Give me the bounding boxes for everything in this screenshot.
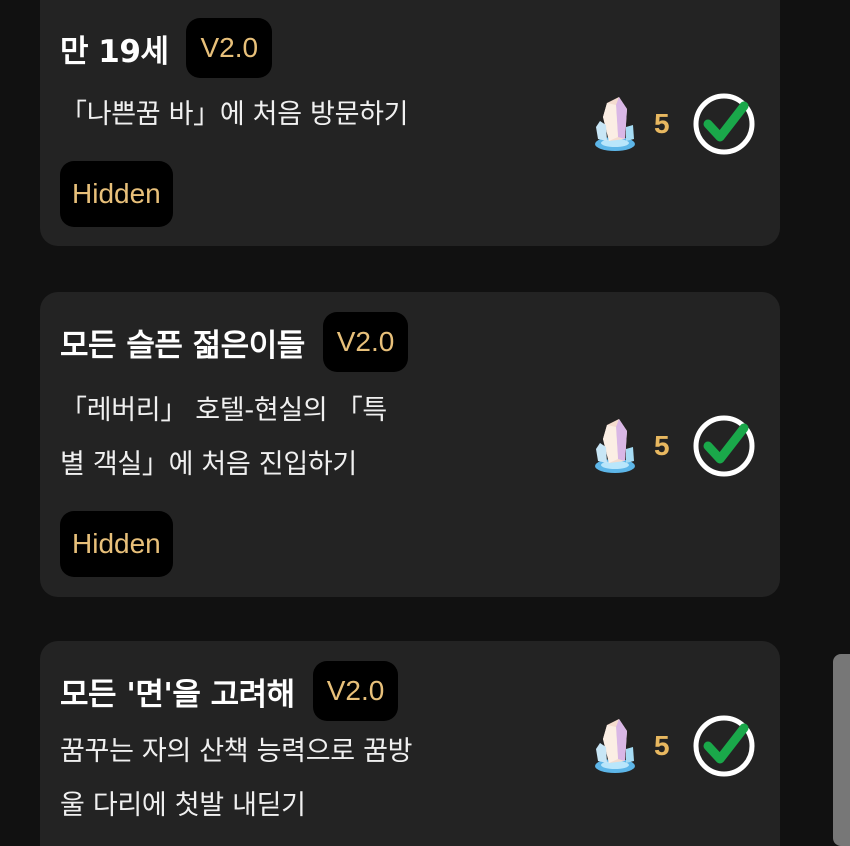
- reward-count: 5: [654, 430, 670, 461]
- description-line: 꿈꾸는 자의 산책 능력으로 꿈방: [60, 736, 413, 767]
- reward-count: 5: [654, 730, 670, 761]
- crystal-icon: [595, 97, 635, 151]
- achievement-card[interactable]: 모든 슬픈 젊은이들 V2.0 「레버리」 호텔-현실의 「특 별 객실」에 처…: [40, 292, 780, 597]
- achievement-card[interactable]: 만 19세 V2.0 「나쁜꿈 바」에 처음 방문하기 Hidden 5: [40, 0, 780, 246]
- version-badge: V2.0: [186, 18, 273, 78]
- description-line: 별 객실」에 처음 진입하기: [60, 449, 357, 480]
- check-circle-icon: [693, 415, 755, 477]
- reward-group: 5: [592, 92, 756, 156]
- achievement-header: 모든 '면'을 고려해 V2.0: [60, 661, 399, 721]
- crystal-icon: [595, 719, 635, 773]
- description-line: 「나쁜꿈 바」에 처음 방문하기: [60, 99, 409, 130]
- achievement-title: 만 19세: [60, 33, 169, 70]
- achievement-description: 꿈꾸는 자의 산책 능력으로 꿈방 울 다리에 첫발 내딛기: [60, 725, 540, 833]
- achievement-card[interactable]: 모든 '면'을 고려해 V2.0 꿈꾸는 자의 산책 능력으로 꿈방 울 다리에…: [40, 641, 780, 846]
- achievement-description: 「레버리」 호텔-현실의 「특 별 객실」에 처음 진입하기: [60, 384, 540, 492]
- hidden-tag: Hidden: [60, 511, 173, 577]
- reward-group: 5: [592, 414, 756, 478]
- achievement-title: 모든 '면'을 고려해: [60, 676, 295, 713]
- hidden-tag: Hidden: [60, 161, 173, 227]
- check-circle-icon: [693, 715, 755, 777]
- version-badge: V2.0: [322, 312, 409, 372]
- achievement-header: 만 19세 V2.0: [60, 18, 273, 78]
- description-line: 「레버리」 호텔-현실의 「특: [60, 395, 387, 426]
- achievement-header: 모든 슬픈 젊은이들 V2.0: [60, 312, 409, 372]
- scrollbar-thumb[interactable]: [833, 654, 850, 846]
- reward-count: 5: [654, 108, 670, 139]
- achievement-description: 「나쁜꿈 바」에 처음 방문하기: [60, 88, 540, 142]
- description-line: 울 다리에 첫발 내딛기: [60, 790, 306, 821]
- check-circle-icon: [693, 93, 755, 155]
- version-badge: V2.0: [312, 661, 399, 721]
- achievement-title: 모든 슬픈 젊은이들: [60, 327, 305, 364]
- crystal-icon: [595, 419, 635, 473]
- reward-group: 5: [592, 714, 756, 778]
